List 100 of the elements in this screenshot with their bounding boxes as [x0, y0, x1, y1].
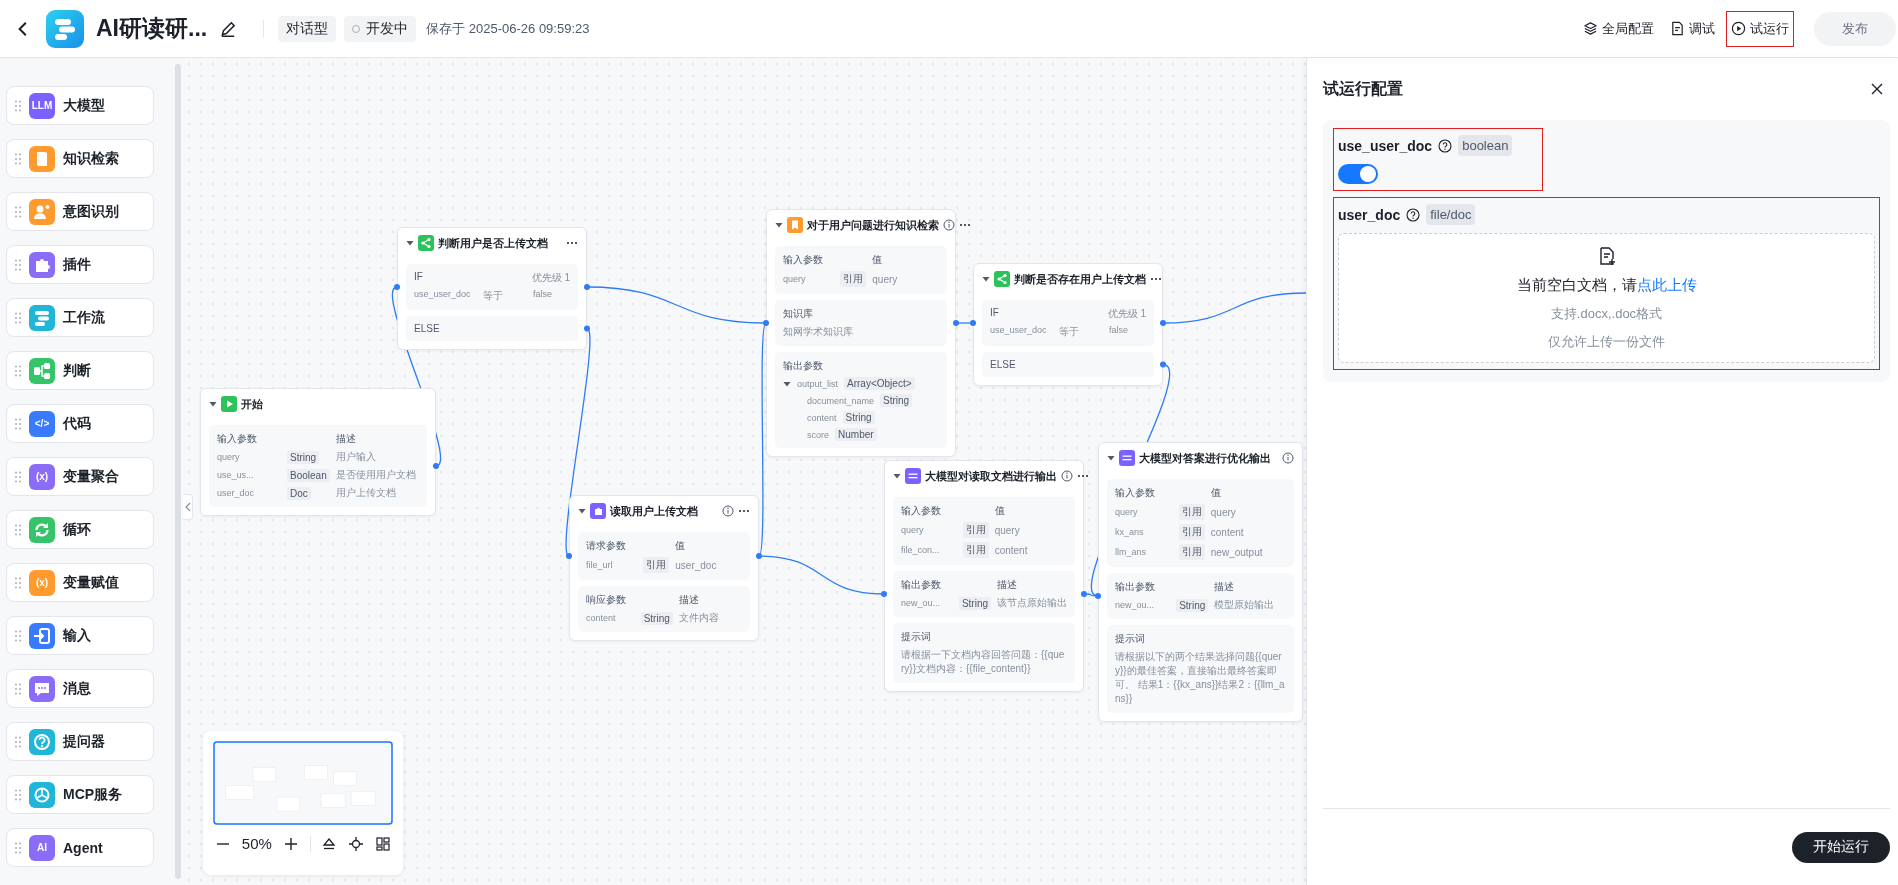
param-value: content [994, 544, 1029, 556]
drag-handle-icon[interactable] [15, 417, 21, 430]
workflow-node[interactable]: 判断用户是否上传文档 IF 优先级 1 use_user_doc 等于 false ELSE [397, 227, 587, 350]
help-icon[interactable] [1438, 138, 1453, 153]
node-palette-item[interactable]: 工作流 [6, 298, 154, 337]
run-button[interactable]: 开始运行 [1792, 831, 1890, 863]
node-title: 判断是否存在用户上传文档 [1014, 271, 1146, 287]
zoom-in-button[interactable] [282, 835, 299, 852]
toolbar-button[interactable]: 全局配置 [1578, 10, 1659, 47]
connection-port[interactable] [881, 591, 887, 597]
collapse-arrow-icon[interactable] [406, 239, 414, 247]
connection-port[interactable] [756, 553, 762, 559]
connection-port[interactable] [584, 284, 590, 290]
collapse-arrow-icon[interactable] [209, 400, 217, 408]
priority-label: 优先级 1 [531, 271, 570, 285]
zoom-out-button[interactable] [215, 842, 231, 845]
priority-label: 优先级 1 [1107, 307, 1146, 321]
column-header: 输入参数 [901, 504, 942, 518]
workflow-node[interactable]: 判断是否存在用户上传文档 IF 优先级 1 use_user_doc 等于 false ELSE [973, 263, 1163, 386]
node-palette-item[interactable]: 插件 [6, 245, 154, 284]
node-palette-item[interactable]: </> 代码 [6, 404, 154, 443]
node-title: 大模型对答案进行优化输出 [1139, 450, 1272, 466]
info-icon[interactable] [1282, 452, 1294, 464]
collapse-button[interactable] [183, 494, 193, 520]
connection-port[interactable] [1160, 361, 1166, 368]
toolbar-button[interactable]: 调试 [1665, 10, 1720, 47]
drag-handle-icon[interactable] [15, 735, 21, 748]
node-palette-item[interactable]: 意图识别 [6, 192, 154, 231]
info-icon[interactable] [943, 219, 955, 231]
locate-button[interactable] [348, 835, 365, 852]
node-palette-item[interactable]: (x) 变量赋值 [6, 563, 154, 602]
drag-handle-icon[interactable] [15, 205, 21, 218]
column-header: 输出参数 [901, 578, 942, 592]
type-tag: Doc [287, 486, 311, 500]
drag-handle-icon[interactable] [15, 470, 21, 483]
connection-port[interactable] [1095, 593, 1101, 599]
upload-area[interactable]: 当前空白文档，请点此上传 支持.docx,.doc格式 仅允许上传一份文件 [1338, 233, 1875, 363]
drag-handle-icon[interactable] [15, 364, 21, 377]
param-value: new_output [1210, 546, 1264, 558]
upload-link[interactable]: 点此上传 [1636, 275, 1697, 293]
minimap-drawing[interactable] [213, 741, 393, 825]
connection-port[interactable] [953, 320, 959, 326]
drag-handle-icon[interactable] [15, 258, 21, 271]
connection-port[interactable] [970, 320, 976, 326]
node-palette-item[interactable]: AI Agent [6, 828, 154, 867]
connection-port[interactable] [566, 553, 572, 559]
connection-port[interactable] [433, 463, 439, 469]
node-palette-item[interactable]: 判断 [6, 351, 154, 390]
node-palette-item[interactable]: 输入 [6, 616, 154, 655]
connection-port[interactable] [763, 320, 769, 326]
column-header: 输出参数 [1115, 580, 1156, 594]
drag-handle-icon[interactable] [15, 99, 21, 112]
node-palette-item[interactable]: (x) 变量聚合 [6, 457, 154, 496]
node-title: 开始 [241, 396, 264, 412]
workflow-node[interactable]: 大模型对答案进行优化输出 输入参数 值 query 引用 query kx_ans 引用 content llm_ans 引用 new_output 输出参数 描述 new_ou... String 模型原始输出 提示词 请根据以下的两个结果选择问题{{query}}的最佳答案，直接输出最终答案即可。 结果1：{{kx_ans}}结果2：{{llm_ans}} [1098, 442, 1303, 722]
minus-icon [215, 842, 231, 845]
collapse-arrow-icon[interactable] [783, 379, 791, 388]
toggle-switch[interactable] [1338, 164, 1378, 184]
workflow-node[interactable]: 读取用户上传文档 请求参数 值 file_url 引用 user_doc 响应参数 描述 content String 文件内容 [569, 495, 759, 641]
connection-port[interactable] [394, 284, 400, 290]
collapse-arrow-icon[interactable] [775, 221, 783, 229]
node-palette-item[interactable]: 循环 [6, 510, 154, 549]
info-icon[interactable] [1061, 470, 1073, 482]
node-palette-item[interactable]: 消息 [6, 669, 154, 708]
workflow-node[interactable]: 开始 输入参数 描述 query String 用户输入 use_us... Boolean 是否使用用户文档 user_doc Doc 用户上传文档 [200, 388, 436, 516]
layout-button[interactable] [375, 835, 391, 852]
drag-handle-icon[interactable] [15, 576, 21, 589]
connection-port[interactable] [584, 325, 590, 332]
connection-port[interactable] [1160, 320, 1166, 326]
collapse-arrow-icon[interactable] [893, 472, 901, 480]
close-icon[interactable] [1870, 82, 1884, 96]
column-header: 描述 [1214, 580, 1236, 594]
toolbar-button[interactable]: 试运行 [1726, 10, 1794, 47]
collapse-arrow-icon[interactable] [1107, 454, 1115, 462]
type-tag: String [842, 411, 875, 424]
type-tag: String [958, 596, 991, 610]
drag-handle-icon[interactable] [15, 152, 21, 165]
node-palette-item[interactable]: MCP服务 [6, 775, 154, 814]
param-name: user_doc [217, 488, 256, 498]
drag-handle-icon[interactable] [15, 311, 21, 324]
drag-handle-icon[interactable] [15, 523, 21, 536]
drag-handle-icon[interactable] [15, 788, 21, 801]
drag-handle-icon[interactable] [15, 841, 21, 854]
layout-icon [375, 835, 391, 852]
edit-icon[interactable] [219, 19, 238, 38]
scrollbar[interactable] [175, 64, 181, 879]
collapse-arrow-icon[interactable] [578, 507, 586, 515]
llm-icon [905, 468, 921, 484]
help-icon[interactable] [1406, 207, 1421, 222]
collapse-arrow-icon[interactable] [982, 275, 990, 283]
drag-handle-icon[interactable] [15, 629, 21, 642]
drag-handle-icon[interactable] [15, 682, 21, 695]
info-icon[interactable] [722, 505, 734, 517]
connection-port[interactable] [1081, 591, 1087, 597]
node-palette-item[interactable]: 知识检索 [6, 139, 154, 178]
column-header: 响应参数 [586, 593, 627, 607]
param-value: 是否使用用户文档 [335, 468, 417, 482]
node-palette-item[interactable]: 提问器 [6, 722, 154, 761]
node-palette-item[interactable]: LLM 大模型 [6, 86, 154, 125]
type-tag: Number [835, 428, 877, 441]
